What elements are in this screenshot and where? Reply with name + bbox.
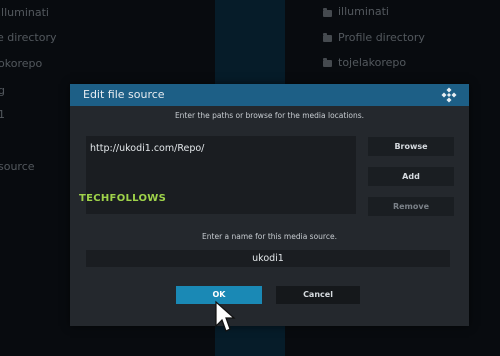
source-name-input[interactable]: ukodi1 [86, 250, 450, 267]
kodi-logo-icon [441, 87, 457, 103]
dialog-header: Edit file source [70, 84, 469, 106]
path-item[interactable]: http://ukodi1.com/Repo/ [90, 143, 204, 154]
watermark-text: TECHFOLLOWS [79, 193, 167, 204]
name-hint: Enter a name for this media source. [202, 232, 337, 241]
edit-file-source-dialog: Edit file source Enter the paths or brow… [70, 84, 469, 326]
paths-hint: Enter the paths or browse for the media … [174, 111, 365, 120]
mouse-pointer-icon [215, 300, 236, 332]
add-button[interactable]: Add [368, 167, 454, 186]
dialog-title: Edit file source [83, 88, 165, 101]
cancel-button[interactable]: Cancel [276, 286, 360, 304]
remove-button[interactable]: Remove [368, 197, 454, 216]
browse-button[interactable]: Browse [368, 137, 454, 156]
